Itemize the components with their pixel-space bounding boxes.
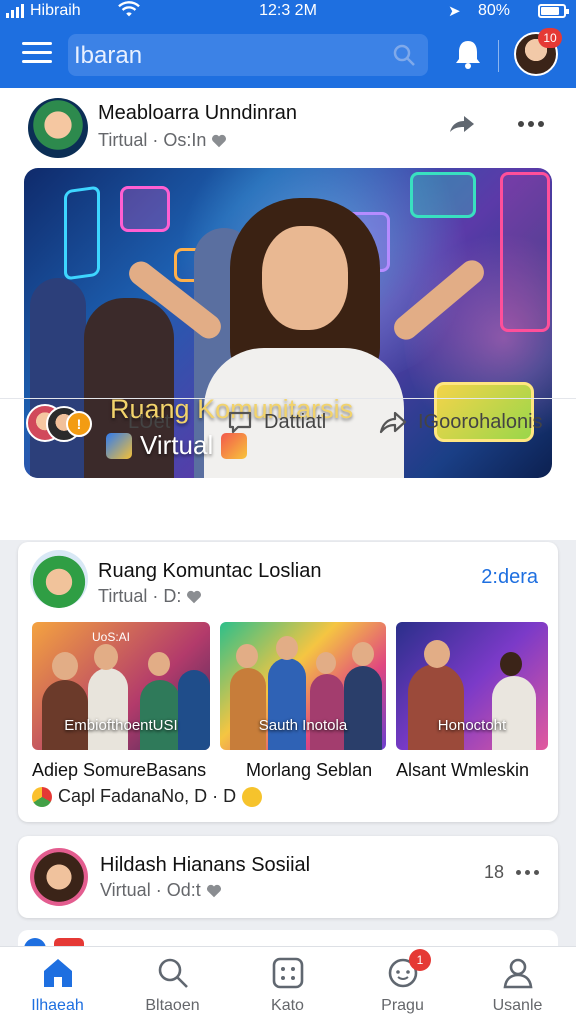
comment-icon <box>228 411 252 434</box>
reaction-count: 18 <box>484 862 505 882</box>
post-meta: Tirtual · Os:In <box>98 130 228 151</box>
post-author[interactable]: Ruang Komuntac Loslian <box>98 560 321 583</box>
post-meta: Tirtual · D: <box>98 586 203 607</box>
thumbnail-badge: UoS:AI <box>92 630 131 644</box>
share-button[interactable]: IGoorohalonis <box>378 404 543 440</box>
nav-grid[interactable]: Kato <box>230 947 345 1024</box>
heart-icon <box>212 134 227 147</box>
post-footer-text: Capl FadanaNo, D · D <box>58 786 237 806</box>
comment-label: Dattiatl <box>264 410 327 433</box>
nav-search[interactable]: Bltaoen <box>115 947 230 1024</box>
nav-profile[interactable]: Usanle <box>460 947 575 1024</box>
thumbnail-title[interactable]: Adiep SomureBasans <box>32 760 206 781</box>
comment-button[interactable]: Dattiatl <box>226 404 326 440</box>
battery-percent: 80% <box>478 2 511 19</box>
home-icon <box>44 959 72 987</box>
post-meta: Virtual · Od:t <box>100 880 223 901</box>
profile-icon <box>503 958 533 989</box>
share-arrow-icon <box>379 411 407 434</box>
heart-icon <box>206 884 221 897</box>
nav-chat[interactable]: 1 Pragu <box>345 947 460 1024</box>
reaction-badge: ! <box>66 411 92 437</box>
battery-icon <box>538 4 569 18</box>
thumbnail-caption: Sauth Inotola <box>258 717 348 734</box>
menu-icon[interactable] <box>20 40 54 66</box>
video-thumbnail[interactable]: Honoctoht <box>396 622 548 750</box>
nav-label: Ilhaeah <box>31 997 84 1014</box>
thumbnail-title[interactable]: Alsant Wmleskin <box>396 760 529 781</box>
post-meta-text: Tirtual · Os:In <box>98 130 207 150</box>
share-icon[interactable] <box>448 112 476 136</box>
nav-label: Kato <box>271 997 304 1014</box>
nav-label: Bltaoen <box>145 997 200 1014</box>
top-app-bar: Hibraih 12:3 2M ➤ 80% Ibaran 10 <box>0 0 576 88</box>
nav-home[interactable]: Ilhaeah <box>0 947 115 1024</box>
emoji-icon <box>32 786 52 807</box>
header-divider <box>498 40 499 72</box>
emoji-icon <box>242 786 263 807</box>
notification-badge: 1 <box>409 949 431 971</box>
thumbnail-caption: Honoctoht <box>437 717 507 734</box>
search-text: Ibaran <box>74 42 143 69</box>
post-card: Hildash Hianans Sosiial Virtual · Od:t 1… <box>18 836 558 918</box>
post-time-link[interactable]: 2:dera <box>481 566 538 589</box>
post-author[interactable]: Meabloarra Unndinran <box>98 102 297 125</box>
post-card: Ruang Komuntac Loslian Tirtual · D: 2:de… <box>18 542 558 822</box>
avatar[interactable] <box>30 550 88 608</box>
share-label: IGoorohalonis <box>418 410 543 433</box>
grid-icon <box>272 957 304 989</box>
nav-label: Pragu <box>381 997 424 1014</box>
more-options-icon[interactable] <box>514 868 542 878</box>
heart-icon <box>187 590 202 603</box>
thumbnail-title[interactable]: Morlang Seblan <box>246 760 372 781</box>
like-button[interactable]: LUet <box>128 404 170 440</box>
thumbnail-caption: EmbiofthoentUSI <box>64 717 178 734</box>
status-bar: Hibraih 12:3 2M ➤ 80% <box>0 0 576 26</box>
bell-icon[interactable] <box>450 36 486 72</box>
post-footer: Capl FadanaNo, D · D <box>32 786 263 807</box>
bottom-navigation: Ilhaeah Bltaoen Kato 1 Pragu Usanle <box>0 946 576 1024</box>
video-thumbnail[interactable]: UoS:AI EmbiofthoentUSI <box>32 622 210 750</box>
avatar[interactable] <box>30 848 88 906</box>
post-author[interactable]: Hildash Hianans Sosiial <box>100 854 310 877</box>
video-thumbnail[interactable]: Sauth Inotola <box>220 622 386 750</box>
search-icon <box>158 958 188 988</box>
post-meta-text: Virtual · Od:t <box>100 880 201 900</box>
notification-badge: 10 <box>538 28 562 48</box>
post-meta-text: Tirtual · D: <box>98 586 182 606</box>
more-options-icon[interactable] <box>516 118 546 130</box>
location-icon: ➤ <box>448 3 461 20</box>
search-input[interactable]: Ibaran <box>68 34 428 76</box>
like-label: LUet <box>128 410 171 433</box>
search-icon <box>393 44 415 66</box>
avatar[interactable] <box>28 98 88 158</box>
nav-label: Usanle <box>492 997 543 1014</box>
post-card: Meabloarra Unndinran Tirtual · Os:In Rua… <box>0 88 576 540</box>
